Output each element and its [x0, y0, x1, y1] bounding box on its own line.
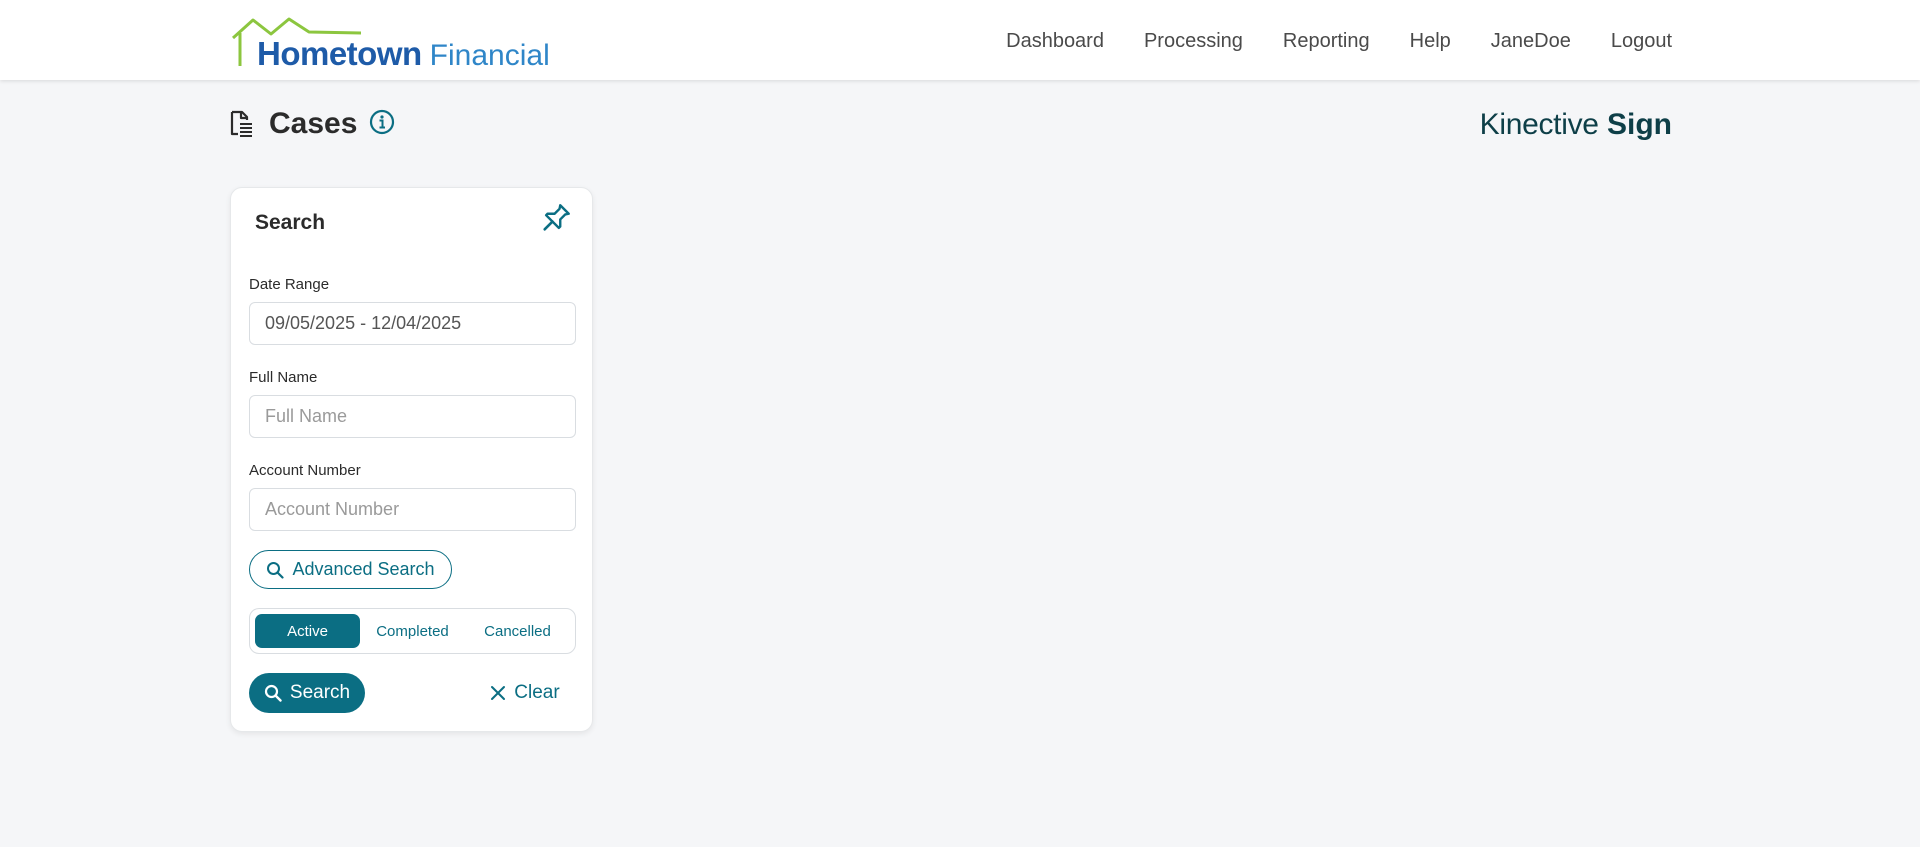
search-button-label: Search	[289, 682, 351, 703]
nav-dashboard[interactable]: Dashboard	[1006, 28, 1104, 54]
logo-main-text: Hometown	[257, 35, 422, 72]
top-navbar: Hometown Financial Dashboard Processing R…	[0, 0, 1920, 80]
status-segmented-control: Active Completed Cancelled	[249, 608, 576, 654]
status-tab-cancelled[interactable]: Cancelled	[465, 614, 570, 648]
status-tab-completed[interactable]: Completed	[360, 614, 465, 648]
search-icon	[267, 561, 285, 579]
clear-button-label: Clear	[514, 682, 560, 703]
account-number-label: Account Number	[249, 462, 361, 479]
date-range-label: Date Range	[249, 276, 330, 293]
status-tab-active[interactable]: Active	[255, 614, 360, 648]
close-icon	[491, 686, 506, 700]
search-button[interactable]: Search	[249, 673, 365, 713]
page-heading: Cases	[229, 104, 395, 144]
full-name-field[interactable]	[249, 395, 576, 438]
nav-help[interactable]: Help	[1410, 28, 1451, 54]
kinective-sign-brand: Kinective Sign	[1480, 105, 1672, 145]
main-nav: Dashboard Processing Reporting Help Jane…	[1006, 28, 1672, 54]
advanced-search-button[interactable]: Advanced Search	[249, 550, 452, 589]
search-icon	[264, 684, 282, 702]
advanced-search-label: Advanced Search	[292, 559, 435, 579]
info-icon[interactable]	[369, 109, 395, 135]
search-panel-title: Search	[255, 211, 326, 234]
date-range-field[interactable]	[249, 302, 576, 345]
page-title: Cases	[269, 107, 358, 140]
nav-reporting[interactable]: Reporting	[1283, 28, 1370, 54]
pin-icon[interactable]	[539, 201, 573, 235]
nav-processing[interactable]: Processing	[1144, 28, 1243, 54]
logo-sub-text: Financial	[429, 39, 550, 72]
full-name-label: Full Name	[249, 369, 318, 386]
account-number-field[interactable]	[249, 488, 576, 531]
nav-logout[interactable]: Logout	[1611, 28, 1672, 54]
brand-bold-text: Sign	[1607, 108, 1672, 141]
clear-button[interactable]: Clear	[480, 673, 570, 713]
brand-light-text: Kinective	[1479, 108, 1599, 141]
search-panel: Search Date Range Full Name Account Numb…	[230, 187, 593, 732]
nav-user-account[interactable]: JaneDoe	[1491, 28, 1571, 54]
hometown-financial-logo[interactable]: Hometown Financial	[231, 14, 571, 74]
document-list-icon	[229, 110, 253, 138]
